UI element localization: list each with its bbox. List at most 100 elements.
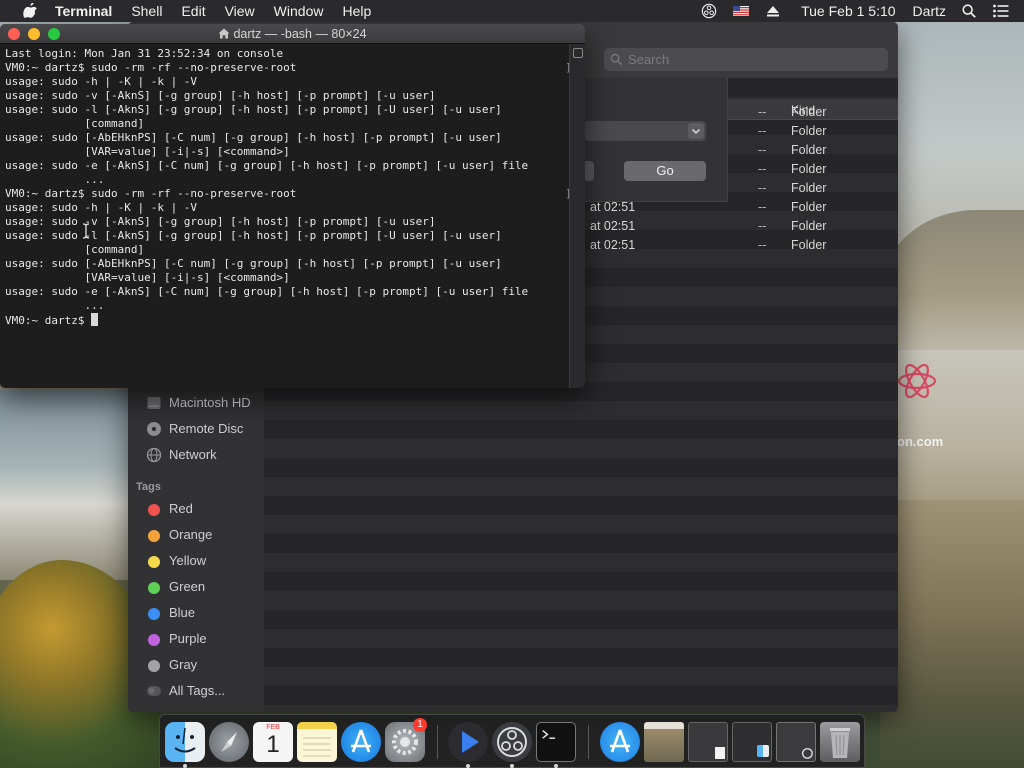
calendar-month: FEB xyxy=(266,724,280,731)
running-indicator xyxy=(183,764,187,768)
spotlight-search-icon[interactable] xyxy=(960,3,978,19)
obs-status-icon[interactable] xyxy=(700,3,718,19)
finder-icon[interactable] xyxy=(165,722,205,762)
wallpaper-hill-right xyxy=(880,210,1024,350)
installer-icon[interactable] xyxy=(600,722,640,762)
menu-view[interactable]: View xyxy=(225,3,255,19)
launchpad-icon[interactable] xyxy=(209,722,249,762)
finder-window-icon[interactable] xyxy=(732,722,772,762)
terminal-line: VM0:~ dartz$ xyxy=(5,313,567,327)
search-placeholder: Search xyxy=(628,52,670,67)
line-mark: ] xyxy=(565,61,572,74)
terminal-title: dartz — -bash — 80×24 xyxy=(0,27,585,41)
eject-icon[interactable] xyxy=(764,3,782,19)
wallpaper-watermark: on.com xyxy=(897,434,944,449)
text-cursor-icon xyxy=(82,223,90,239)
terminal-line-text: usage: sudo -l [-AknS] [-g group] [-h ho… xyxy=(5,103,502,116)
terminal-line: usage: sudo -e [-AknS] [-C num] [-g grou… xyxy=(5,285,567,299)
us-flag-input-icon[interactable] xyxy=(732,3,750,19)
calendar-day: 1 xyxy=(266,731,280,758)
terminal-scrollbar[interactable] xyxy=(569,44,585,388)
terminal-line-text: VM0:~ dartz$ xyxy=(5,314,92,327)
terminal-line: ... xyxy=(5,173,567,187)
search-icon xyxy=(610,53,623,66)
terminal-line-text: Last login: Mon Jan 31 23:52:34 on conso… xyxy=(5,47,284,60)
terminal-line-text: VM0:~ dartz$ sudo -rm -rf --no-preserve-… xyxy=(5,187,297,200)
terminal-line-text: ... xyxy=(5,173,105,186)
terminal-output[interactable]: Last login: Mon Jan 31 23:52:34 on conso… xyxy=(5,47,567,385)
notes-icon[interactable] xyxy=(297,722,337,762)
preview-icon[interactable] xyxy=(644,722,684,762)
terminal-line-text: [VAR=value] [-i|-s] [<command>] xyxy=(5,145,290,158)
terminal-line: [VAR=value] [-i|-s] [<command>] xyxy=(5,271,567,285)
trash-icon[interactable] xyxy=(820,722,860,762)
menu-edit[interactable]: Edit xyxy=(181,3,205,19)
finder-search-field[interactable]: Search xyxy=(604,48,888,71)
menu-window[interactable]: Window xyxy=(274,3,324,19)
terminal-line-text: usage: sudo -e [-AknS] [-C num] [-g grou… xyxy=(5,285,529,298)
terminal-line: VM0:~ dartz$ sudo -rm -rf --no-preserve-… xyxy=(5,61,567,75)
terminal-line-text: ... xyxy=(5,299,105,312)
terminal-icon[interactable] xyxy=(536,722,576,762)
menu-bar-clock[interactable]: Tue Feb 1 5:10 xyxy=(801,3,895,19)
terminal-line-text: usage: sudo -h | -K | -k | -V xyxy=(5,201,198,214)
dock-separator xyxy=(437,725,438,759)
running-indicator xyxy=(466,764,470,768)
terminal-line-text: usage: sudo [-AbEHknPS] [-C num] [-g gro… xyxy=(5,131,502,144)
terminal-line: usage: sudo -e [-AknS] [-C num] [-g grou… xyxy=(5,159,567,173)
wallpaper-ground-right xyxy=(880,500,1024,768)
window-icon[interactable] xyxy=(776,722,816,762)
dock: FEB 1 xyxy=(159,714,865,768)
home-folder-icon xyxy=(218,28,230,39)
terminal-line-text: usage: sudo -l [-AknS] [-g group] [-h ho… xyxy=(5,229,502,242)
calendar-icon[interactable]: FEB 1 xyxy=(253,722,293,762)
terminal-line-text: usage: sudo -v [-AknS] [-g group] [-h ho… xyxy=(5,89,436,102)
terminal-line-text: [command] xyxy=(5,243,145,256)
terminal-line-text: VM0:~ dartz$ sudo -rm -rf --no-preserve-… xyxy=(5,61,297,74)
notification-center-icon[interactable] xyxy=(992,3,1010,19)
apple-menu-icon[interactable] xyxy=(21,3,39,19)
terminal-line-text: usage: sudo [-AbEHknPS] [-C num] [-g gro… xyxy=(5,257,502,270)
terminal-line-text: usage: sudo -h | -K | -k | -V xyxy=(5,75,198,88)
finder-badge-icon xyxy=(757,745,769,757)
quicktime-icon[interactable] xyxy=(448,722,488,762)
obs-icon[interactable] xyxy=(492,722,532,762)
menu-help[interactable]: Help xyxy=(342,3,371,19)
menu-bar: Terminal Shell Edit View Window Help Tue… xyxy=(0,0,1024,22)
running-indicator xyxy=(554,764,558,768)
menu-app-terminal[interactable]: Terminal xyxy=(55,3,112,19)
terminal-line-text: usage: sudo -v [-AknS] [-g group] [-h ho… xyxy=(5,215,436,228)
wallpaper-hill-left xyxy=(0,390,140,580)
app-store-icon[interactable] xyxy=(341,722,381,762)
menu-bar-status-area: Tue Feb 1 5:10 Dartz xyxy=(686,3,1024,19)
terminal-line: [command] xyxy=(5,117,567,131)
menu-shell[interactable]: Shell xyxy=(131,3,162,19)
terminal-line: usage: sudo [-AbEHknPS] [-C num] [-g gro… xyxy=(5,131,567,145)
terminal-line: usage: sudo -h | -K | -k | -V xyxy=(5,75,567,89)
terminal-line: [VAR=value] [-i|-s] [<command>] xyxy=(5,145,567,159)
atom-logo-icon xyxy=(897,363,937,399)
terminal-line: [command] xyxy=(5,243,567,257)
terminal-title-text: dartz — -bash — 80×24 xyxy=(233,27,367,41)
menu-bar-user[interactable]: Dartz xyxy=(913,3,946,19)
terminal-line: ... xyxy=(5,299,567,313)
line-mark: ] xyxy=(565,187,572,200)
terminal-line-text: [VAR=value] [-i|-s] [<command>] xyxy=(5,271,290,284)
terminal-window: dartz — -bash — 80×24 Last login: Mon Ja… xyxy=(0,24,585,388)
terminal-line: usage: sudo -v [-AknS] [-g group] [-h ho… xyxy=(5,89,567,103)
notification-badge: 1 xyxy=(413,718,427,732)
terminal-line: VM0:~ dartz$ sudo -rm -rf --no-preserve-… xyxy=(5,187,567,201)
terminal-line: usage: sudo -h | -K | -k | -V xyxy=(5,201,567,215)
document-thumbnail-icon xyxy=(715,747,725,759)
running-indicator xyxy=(510,764,514,768)
terminal-line: usage: sudo [-AbEHknPS] [-C num] [-g gro… xyxy=(5,257,567,271)
terminal-line: usage: sudo -l [-AknS] [-g group] [-h ho… xyxy=(5,103,567,117)
terminal-line: Last login: Mon Jan 31 23:52:34 on conso… xyxy=(5,47,567,61)
terminal-line-text: usage: sudo -e [-AknS] [-C num] [-g grou… xyxy=(5,159,529,172)
terminal-cursor xyxy=(91,313,99,326)
scroll-marker-icon[interactable] xyxy=(573,48,583,58)
screenshot-icon[interactable] xyxy=(688,722,728,762)
terminal-line-text: [command] xyxy=(5,117,145,130)
terminal-titlebar[interactable]: dartz — -bash — 80×24 xyxy=(0,24,585,44)
dock-separator xyxy=(588,725,589,759)
